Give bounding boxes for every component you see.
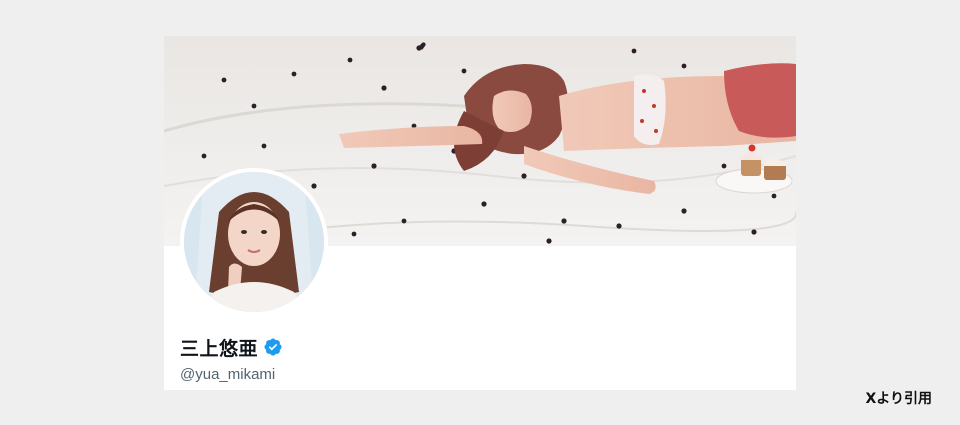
profile-handle[interactable]: @yua_mikami (180, 366, 275, 383)
profile-name-row: 三上悠亜 (180, 334, 283, 360)
profile-card: 三上悠亜 @yua_mikami (164, 36, 796, 390)
profile-avatar[interactable] (180, 168, 328, 316)
profile-display-name: 三上悠亜 (180, 337, 259, 360)
verified-badge-icon (264, 338, 282, 356)
avatar-photo (184, 172, 324, 312)
source-caption: Xより引用 (865, 391, 932, 407)
